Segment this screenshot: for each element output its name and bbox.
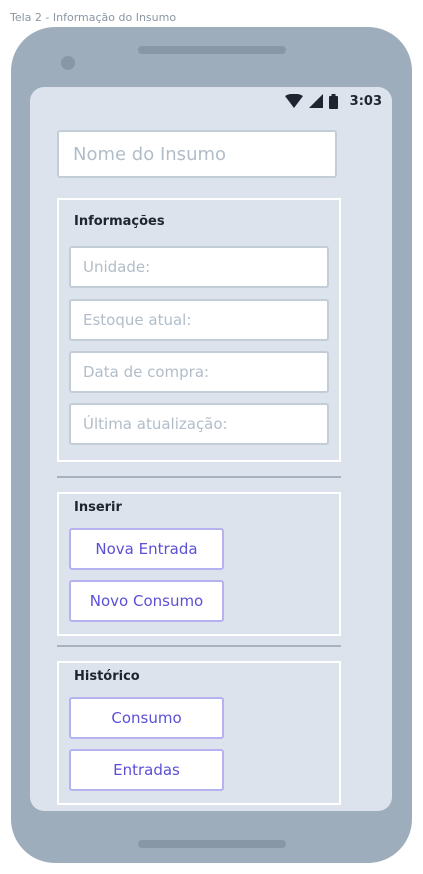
- phone-frame: 3:03 Informações Inserir Nova Entrada No…: [11, 27, 412, 863]
- frame-label: Tela 2 - Informação do Insumo: [10, 11, 177, 24]
- insert-section-title: Inserir: [74, 500, 122, 515]
- front-camera: [61, 56, 75, 70]
- last-update-field[interactable]: [69, 403, 329, 445]
- unit-field[interactable]: [69, 246, 329, 288]
- history-section: Histórico Consumo Entradas: [57, 661, 341, 805]
- section-divider: [57, 645, 341, 647]
- battery-icon: [328, 93, 338, 109]
- status-time: 3:03: [349, 93, 382, 109]
- entries-history-button[interactable]: Entradas: [69, 749, 224, 791]
- purchase-date-field[interactable]: [69, 351, 329, 393]
- info-section-title: Informações: [74, 214, 165, 229]
- new-entry-button[interactable]: Nova Entrada: [69, 528, 224, 570]
- status-bar: 3:03: [284, 92, 382, 110]
- info-section: Informações: [57, 198, 341, 462]
- history-section-title: Histórico: [74, 669, 140, 684]
- insumo-name-input[interactable]: [57, 130, 337, 178]
- wifi-icon: [284, 94, 303, 108]
- app-screen: 3:03 Informações Inserir Nova Entrada No…: [30, 87, 392, 811]
- speaker-grille-bottom: [138, 840, 286, 848]
- signal-icon: [308, 94, 323, 108]
- new-consumption-button[interactable]: Novo Consumo: [69, 580, 224, 622]
- insert-section: Inserir Nova Entrada Novo Consumo: [57, 492, 341, 636]
- speaker-grille-top: [138, 46, 286, 54]
- current-stock-field[interactable]: [69, 299, 329, 341]
- section-divider: [57, 476, 341, 478]
- consumption-history-button[interactable]: Consumo: [69, 697, 224, 739]
